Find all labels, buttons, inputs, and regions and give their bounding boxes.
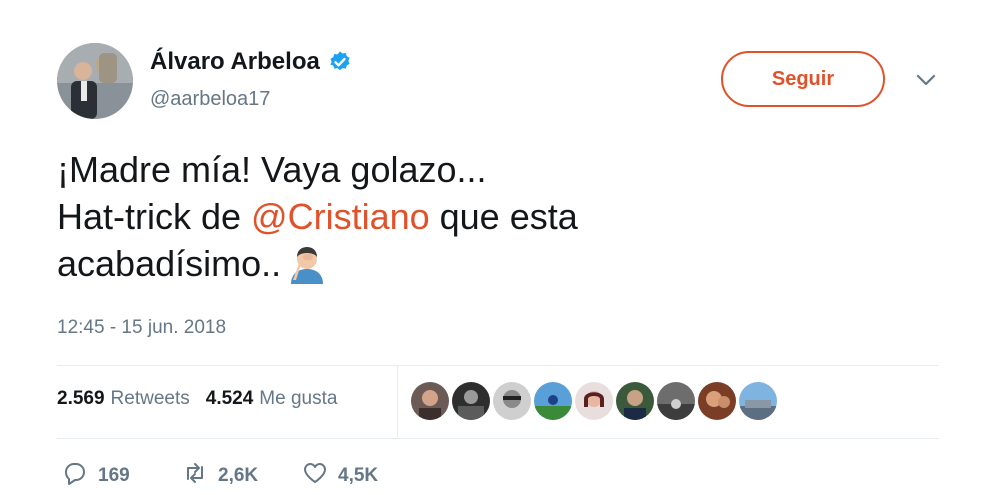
follow-button[interactable]: Seguir [721, 51, 885, 107]
mention-link[interactable]: @Cristiano [251, 196, 430, 237]
like-count: 4,5K [338, 465, 379, 486]
retweets-count: 2.569 [57, 388, 105, 409]
liker-avatar[interactable] [739, 382, 777, 420]
reply-icon [62, 460, 88, 492]
stats-separator [397, 365, 398, 437]
tweet-text: ¡Madre mía! Vaya golazo... Hat-trick de … [57, 146, 937, 287]
engagement-stats: 2.569 Retweets 4.524 Me gusta [57, 388, 337, 410]
retweets-stat[interactable]: 2.569 Retweets [57, 388, 190, 410]
liker-avatar[interactable] [657, 382, 695, 420]
tweet-line-2: Hat-trick de @Cristiano que esta [57, 193, 937, 240]
retweet-button[interactable]: 2,6K [182, 460, 302, 492]
retweet-icon [182, 460, 208, 492]
tweet-line-2-prefix: Hat-trick de [57, 196, 252, 237]
divider [57, 438, 939, 439]
man-facepalming-emoji-icon [287, 244, 327, 284]
tweet-actions: 169 2,6K 4,5K [62, 460, 422, 492]
retweets-label: Retweets [110, 388, 190, 409]
tweet-line-1: ¡Madre mía! Vaya golazo... [57, 149, 487, 190]
heart-icon [302, 460, 328, 492]
tweet-line-2-suffix: que esta [429, 196, 578, 237]
display-name-text[interactable]: Álvaro Arbeloa [150, 48, 320, 76]
liker-avatar[interactable] [411, 382, 449, 420]
likes-count: 4.524 [205, 388, 254, 409]
liker-avatar[interactable] [616, 382, 654, 420]
verified-badge-icon [328, 50, 352, 74]
reply-button[interactable]: 169 [62, 460, 182, 492]
display-name[interactable]: Álvaro Arbeloa [150, 48, 352, 76]
reply-count: 169 [98, 465, 130, 486]
timestamp[interactable]: 12:45 - 15 jun. 2018 [57, 317, 226, 339]
chevron-down-icon[interactable] [913, 70, 939, 90]
tweet-line-3: acabadísimo.. [57, 240, 937, 287]
tweet-line-3-text: acabadísimo.. [57, 243, 282, 284]
likes-label: Me gusta [259, 388, 338, 409]
liker-avatar[interactable] [493, 382, 531, 420]
likes-stat[interactable]: 4.524 Me gusta [206, 388, 338, 410]
likers-avatars [411, 382, 777, 420]
liker-avatar[interactable] [698, 382, 736, 420]
user-handle[interactable]: @aarbeloa17 [150, 88, 270, 111]
liker-avatar[interactable] [534, 382, 572, 420]
divider [57, 365, 939, 366]
liker-avatar[interactable] [452, 382, 490, 420]
like-button[interactable]: 4,5K [302, 460, 422, 492]
retweet-count: 2,6K [218, 465, 259, 486]
avatar[interactable] [57, 43, 133, 119]
liker-avatar[interactable] [575, 382, 613, 420]
